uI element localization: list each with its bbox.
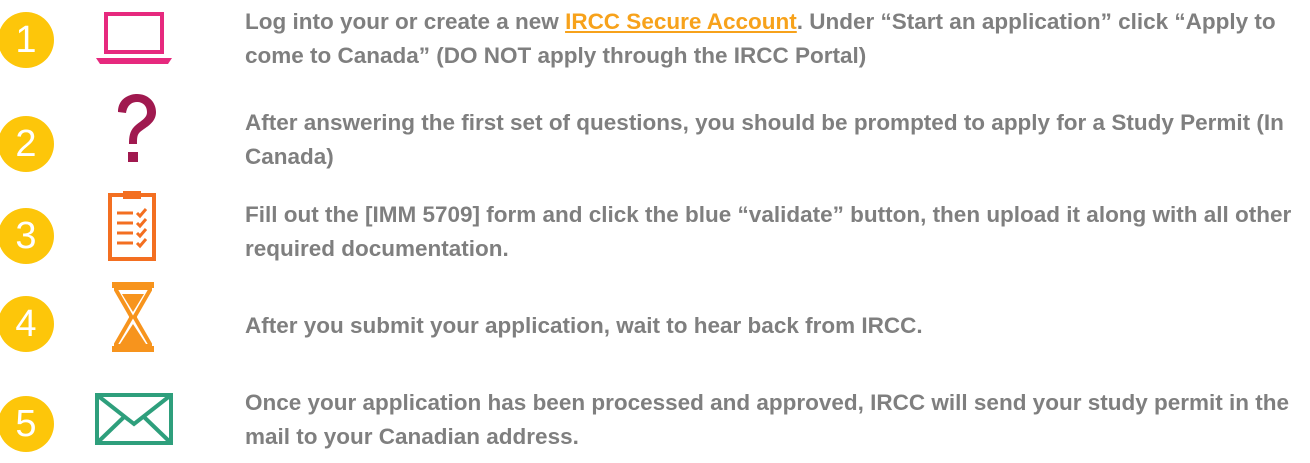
step-number-badge: 5 [0,396,54,452]
step-number-badge: 1 [0,12,54,68]
step-1: 1 Log into your or create a new IRCC Sec… [0,0,1310,92]
step-number: 5 [15,402,37,445]
step-number-badge: 3 [0,208,54,264]
envelope-icon [95,393,173,445]
step-number: 2 [15,122,37,165]
laptop-icon [96,12,172,64]
step-number: 4 [15,302,37,345]
step-4-text: After you submit your application, wait … [245,313,923,338]
step-number-badge: 2 [0,116,54,172]
step-number: 1 [15,18,37,61]
step-4: 4 After you submit your application, wai… [0,276,1310,368]
step-2-text: After answering the first set of questio… [245,110,1284,169]
step-1-text: Log into your or create a new IRCC Secur… [245,9,1276,68]
step-number: 3 [15,214,37,257]
step-number-badge: 4 [0,296,54,352]
step-5-text: Once your application has been processed… [245,390,1289,449]
step-3-text: Fill out the [IMM 5709] form and click t… [245,202,1292,261]
step-5: 5 Once your application has been process… [0,368,1310,463]
step-3: 3 Fill out the [IMM 5709] form and click… [0,184,1310,276]
step-2: 2 After answering the first set of quest… [0,92,1310,184]
hourglass-icon [112,282,154,352]
question-mark-icon [118,94,156,162]
ircc-secure-account-link[interactable]: IRCC Secure Account [565,9,797,34]
clipboard-checklist-icon [108,191,156,261]
